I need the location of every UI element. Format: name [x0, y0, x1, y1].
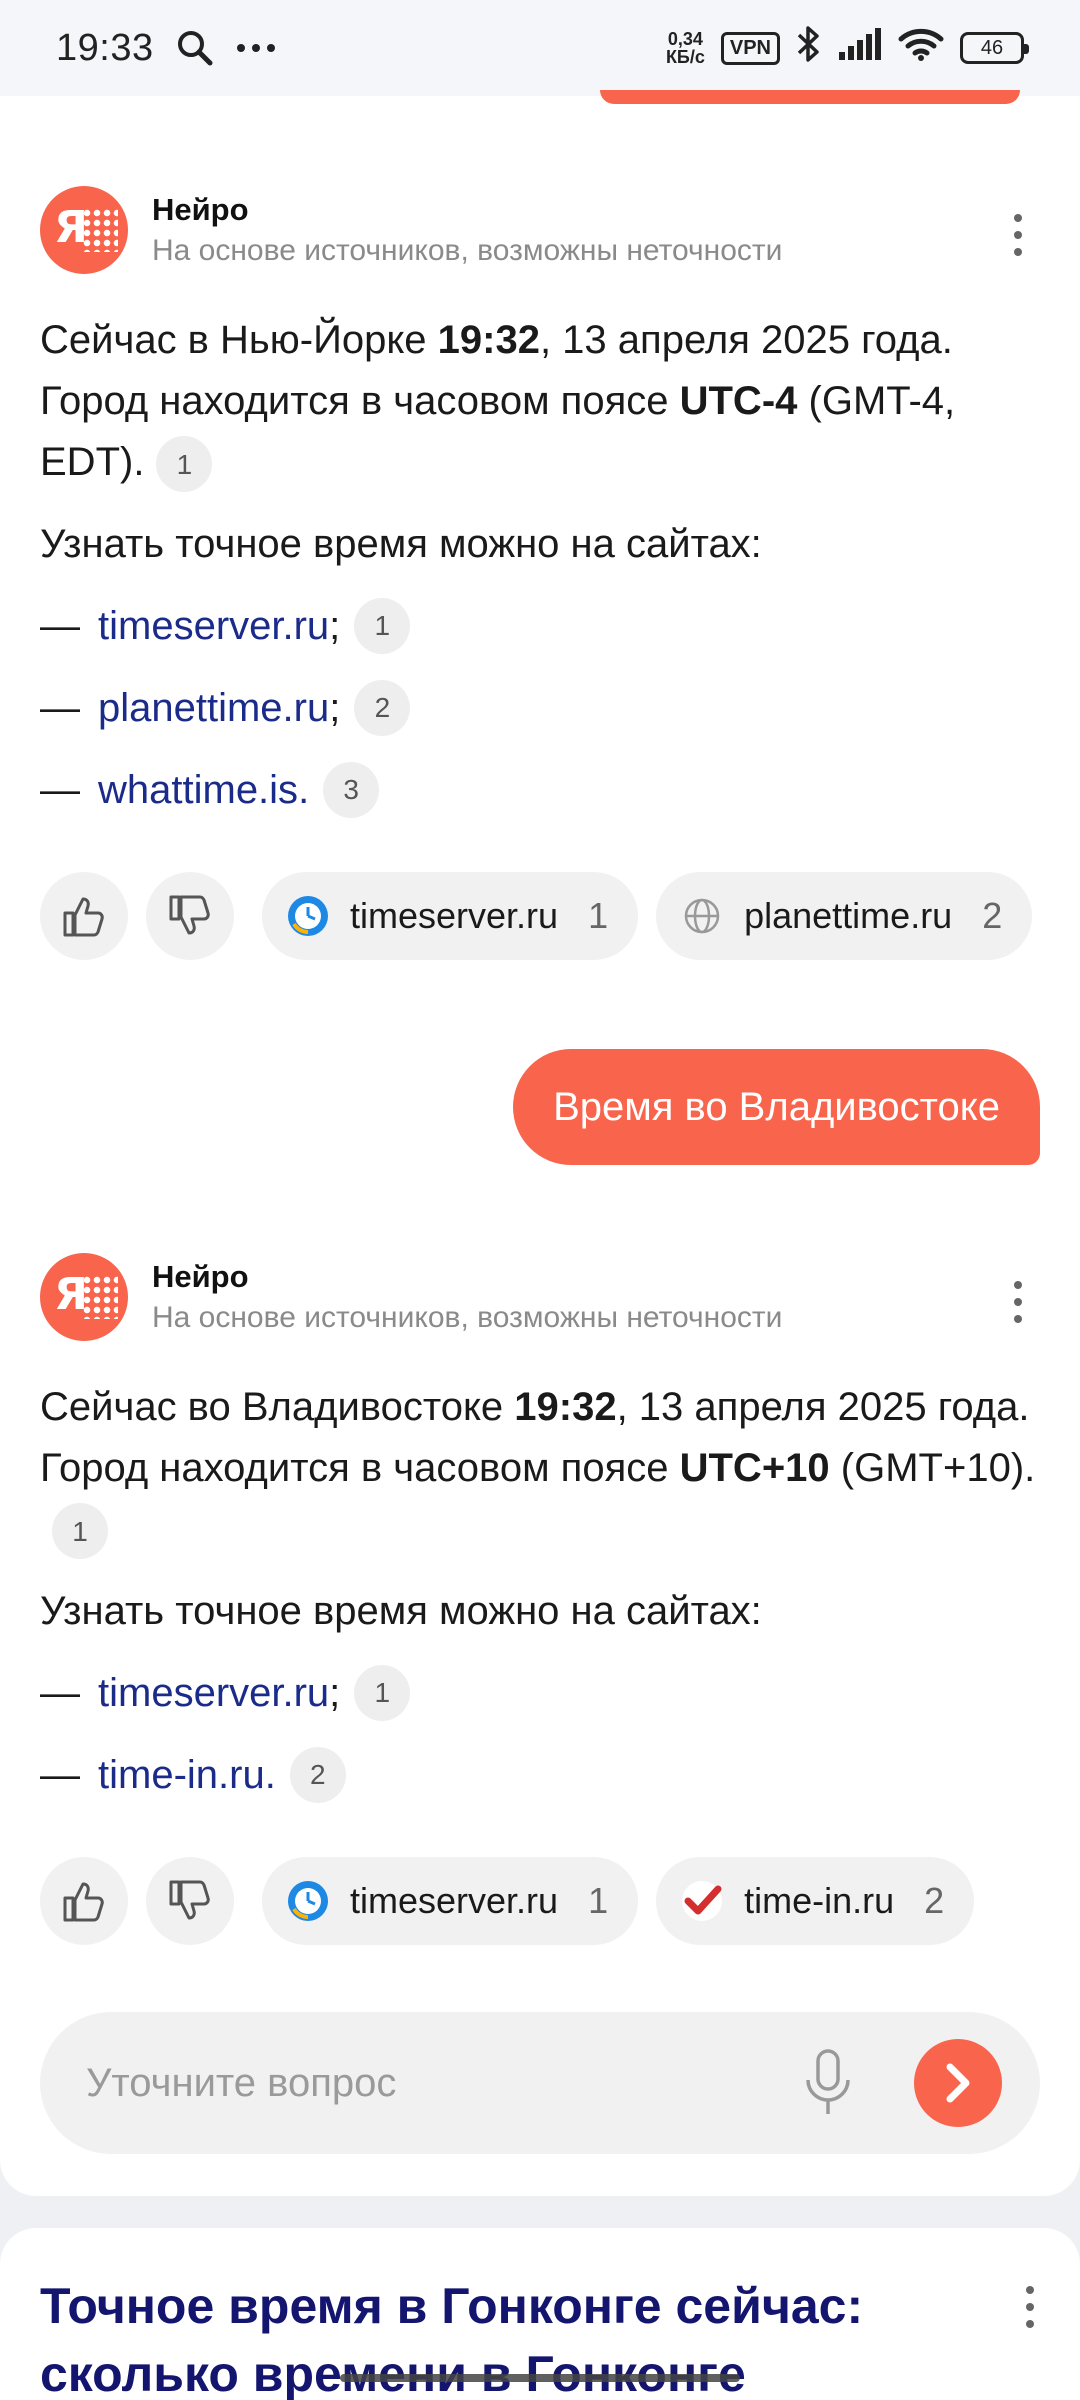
answer-lead: Узнать точное время можно на сайтах:	[40, 1589, 762, 1633]
wifi-icon	[898, 27, 944, 70]
thumbs-down-icon	[169, 1880, 210, 1920]
thumbs-up-icon	[63, 897, 104, 937]
bluetooth-icon	[796, 25, 822, 72]
status-bar: 19:33 0,34 КБ/с VPN 46	[0, 0, 1080, 96]
answer-bold-timezone: UTC+10	[679, 1446, 830, 1490]
answer-paragraph: Сейчас в Нью-Йорке 19:32, 13 апреля 2025…	[40, 310, 1050, 493]
list-dash: —	[40, 767, 80, 812]
more-options-icon[interactable]	[1014, 1281, 1024, 1332]
more-notifications-icon	[236, 43, 276, 53]
answer-lead: Узнать точное время можно на сайтах:	[40, 522, 762, 566]
list-punct: .	[264, 1752, 276, 1797]
answer-actions: timeserver.ru 1 planettime.ru 2	[40, 872, 1033, 960]
source-ref-badge[interactable]: 2	[289, 1747, 346, 1803]
assistant-subtitle: На основе источников, возможны неточност…	[152, 1301, 783, 1334]
source-chip-number: 2	[982, 895, 1003, 936]
send-button[interactable]	[914, 2039, 1002, 2127]
like-button[interactable]	[40, 872, 128, 960]
thumbs-up-icon	[63, 1882, 104, 1922]
more-options-icon[interactable]	[1026, 2286, 1034, 2337]
answer-header: Я Нейро На основе источников, возможны н…	[40, 1253, 782, 1341]
checkmark-favicon-icon	[680, 1879, 724, 1923]
list-item: — timeserver.ru; 1	[40, 598, 411, 654]
source-ref-badge[interactable]: 1	[52, 1503, 108, 1560]
source-link[interactable]: timeserver.ru	[98, 1671, 329, 1716]
list-item: — planettime.ru; 2	[40, 680, 411, 736]
answer-text: (GMT+10).	[829, 1446, 1036, 1490]
vpn-badge: VPN	[720, 31, 780, 65]
list-punct: ;	[329, 685, 341, 730]
previous-user-bubble-edge	[600, 90, 1020, 104]
search-icon	[176, 29, 214, 67]
assistant-subtitle: На основе источников, возможны неточност…	[152, 234, 783, 267]
dislike-button[interactable]	[146, 872, 234, 960]
assistant-name: Нейро	[152, 192, 249, 227]
source-chip-number: 1	[588, 1880, 609, 1921]
answer-bold-time: 19:32	[437, 318, 540, 362]
list-dash: —	[40, 603, 80, 648]
source-ref-badge[interactable]: 1	[354, 598, 411, 654]
source-chip[interactable]: timeserver.ru 1	[262, 1857, 639, 1945]
list-punct: ;	[329, 603, 341, 648]
chevron-right-icon	[946, 2063, 970, 2103]
like-button[interactable]	[40, 1857, 128, 1945]
neuro-logo-icon: Я	[40, 186, 128, 274]
source-chip-number: 2	[924, 1880, 945, 1921]
status-time: 19:33	[56, 26, 154, 69]
source-chip-label: planettime.ru	[744, 895, 953, 936]
source-chip[interactable]: timeserver.ru 1	[262, 872, 639, 960]
source-chip-label: time-in.ru	[744, 1880, 895, 1921]
list-dash: —	[40, 1670, 80, 1715]
source-ref-badge[interactable]: 1	[156, 436, 213, 493]
net-speed: 0,34 КБ/с	[666, 30, 705, 66]
follow-up-input-bar	[40, 2012, 1040, 2154]
battery-indicator: 46	[960, 32, 1029, 64]
clock-favicon-icon	[286, 1879, 330, 1923]
follow-up-input[interactable]	[86, 2060, 798, 2106]
clock-favicon-icon	[286, 894, 330, 938]
source-link[interactable]: planettime.ru	[98, 686, 329, 731]
list-punct: .	[298, 767, 310, 812]
dislike-button[interactable]	[146, 1857, 234, 1945]
microphone-icon	[806, 2049, 850, 2114]
globe-favicon-icon	[680, 894, 724, 938]
list-punct: ;	[329, 1670, 341, 1715]
home-indicator[interactable]	[340, 2374, 740, 2382]
microphone-button[interactable]	[798, 2043, 858, 2123]
source-ref-badge[interactable]: 1	[354, 1665, 411, 1721]
source-link[interactable]: whattime.is	[98, 768, 298, 813]
list-item: — time-in.ru. 2	[40, 1747, 346, 1803]
answer-bold-time: 19:32	[514, 1385, 617, 1429]
source-link[interactable]: time-in.ru	[98, 1753, 265, 1798]
neuro-logo-icon: Я	[40, 1253, 128, 1341]
source-chip[interactable]: planettime.ru 2	[656, 872, 1033, 960]
answer-bold-timezone: UTC-4	[679, 379, 798, 423]
source-chip-label: timeserver.ru	[350, 895, 559, 936]
more-options-icon[interactable]	[1014, 214, 1024, 265]
source-chip-label: timeserver.ru	[350, 1880, 559, 1921]
net-speed-value: 0,34	[667, 29, 703, 49]
thumbs-down-icon	[169, 895, 210, 935]
source-ref-badge[interactable]: 2	[354, 680, 411, 736]
source-chip-number: 1	[588, 895, 609, 936]
net-speed-unit: КБ/с	[665, 47, 705, 67]
list-dash: —	[40, 685, 80, 730]
source-chip[interactable]: time-in.ru 2	[656, 1857, 975, 1945]
answer-actions: timeserver.ru 1 time-in.ru 2	[40, 1857, 975, 1945]
chat-panel: Я Нейро На основе источников, возможны н…	[0, 90, 1080, 2196]
answer-text: Сейчас во Владивостоке	[40, 1385, 515, 1429]
user-message-bubble[interactable]: Время во Владивостоке	[513, 1049, 1040, 1165]
signal-icon	[838, 27, 882, 69]
source-link[interactable]: timeserver.ru	[98, 604, 329, 649]
assistant-name: Нейро	[152, 1259, 249, 1294]
list-dash: —	[40, 1752, 80, 1797]
answer-header: Я Нейро На основе источников, возможны н…	[40, 186, 782, 274]
list-item: — whattime.is. 3	[40, 762, 380, 818]
answer-text: Сейчас в Нью-Йорке	[40, 318, 438, 362]
source-ref-badge[interactable]: 3	[323, 762, 380, 818]
answer-paragraph: Сейчас во Владивостоке 19:32, 13 апреля …	[40, 1377, 1050, 1560]
list-item: — timeserver.ru; 1	[40, 1665, 411, 1721]
